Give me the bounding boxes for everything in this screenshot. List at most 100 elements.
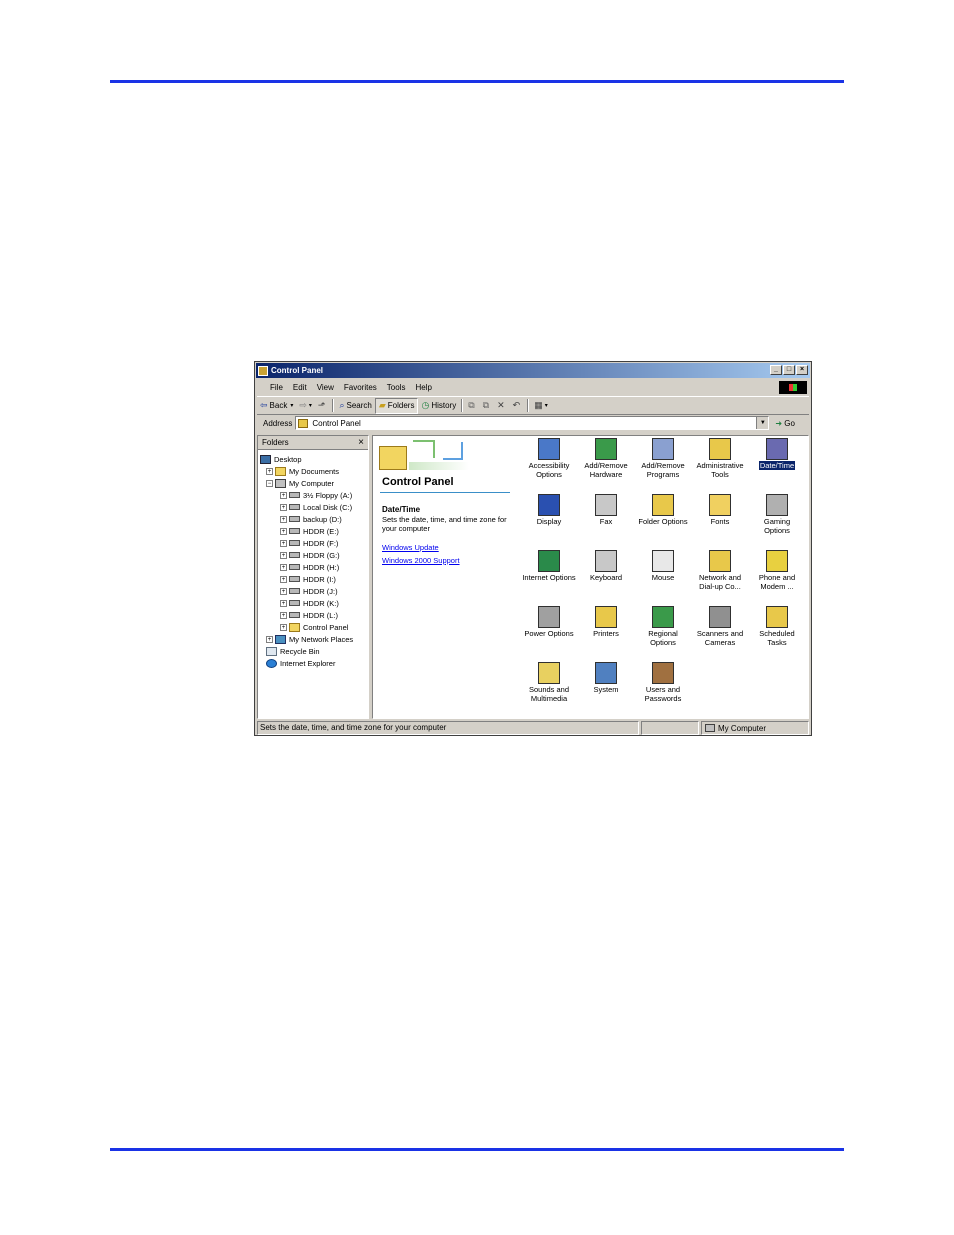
expand-icon[interactable]: +: [280, 575, 287, 583]
address-input[interactable]: Control Panel ▼: [295, 416, 770, 430]
tree-item-backup-d[interactable]: + backup (D:): [280, 513, 342, 525]
maximize-button[interactable]: □: [783, 365, 795, 375]
cp-item-phone-and-modem[interactable]: Phone and Modem ...: [749, 550, 805, 591]
cp-item-gaming-options[interactable]: Gaming Options: [749, 494, 805, 535]
cp-item-fonts[interactable]: Fonts: [692, 494, 748, 526]
views-button[interactable]: ▦ ▾: [531, 399, 551, 413]
cp-item-scheduled-tasks[interactable]: Scheduled Tasks: [749, 606, 805, 647]
tree-item-hddr-h[interactable]: + HDDR (H:): [280, 561, 339, 573]
cp-item-folder-options[interactable]: Folder Options: [635, 494, 691, 526]
close-button[interactable]: ×: [796, 365, 808, 375]
cp-item-date-time[interactable]: Date/Time: [749, 438, 805, 470]
tree-item-local-disk-c[interactable]: + Local Disk (C:): [280, 501, 352, 513]
tree-item-hddr-j[interactable]: + HDDR (J:): [280, 585, 338, 597]
folders-icon: ▰: [378, 400, 386, 410]
expand-icon[interactable]: +: [280, 587, 287, 595]
cp-item-administrative-tools[interactable]: Administrative Tools: [692, 438, 748, 479]
expand-icon[interactable]: +: [266, 467, 273, 475]
window-title: Control Panel: [271, 366, 324, 375]
tree-item-desktop[interactable]: Desktop: [260, 453, 302, 465]
cp-item-accessibility-options[interactable]: Accessibility Options: [521, 438, 577, 479]
top-rule: [110, 80, 844, 83]
tree-item-my-computer[interactable]: − My Computer: [266, 477, 334, 489]
menu-view[interactable]: View: [312, 383, 339, 392]
expand-icon[interactable]: +: [280, 527, 287, 535]
tree-item-my-documents[interactable]: + My Documents: [266, 465, 339, 477]
expand-icon[interactable]: +: [280, 551, 287, 559]
expand-icon[interactable]: +: [280, 623, 287, 631]
go-button[interactable]: ➜ Go: [775, 419, 795, 428]
cp-item-regional-options[interactable]: Regional Options: [635, 606, 691, 647]
minimize-button[interactable]: _: [770, 365, 782, 375]
folders-label: Folders: [387, 401, 415, 410]
copy-to-icon: ⧉: [482, 400, 490, 410]
cp-item-label: Power Options: [524, 629, 574, 638]
cp-item-scanners-and-cameras[interactable]: Scanners and Cameras: [692, 606, 748, 647]
tree-item-control-panel[interactable]: + Control Panel: [280, 621, 348, 633]
expand-icon[interactable]: +: [280, 491, 287, 499]
expand-icon[interactable]: +: [266, 635, 273, 643]
toolbar-separator: [332, 399, 335, 412]
cp-item-power-options[interactable]: Power Options: [521, 606, 577, 638]
cp-item-system[interactable]: System: [578, 662, 634, 694]
tree-item-hddr-i[interactable]: + HDDR (I:): [280, 573, 336, 585]
history-button[interactable]: ◷ History: [418, 399, 459, 413]
expand-icon[interactable]: +: [280, 611, 287, 619]
tree-item-hddr-e[interactable]: + HDDR (E:): [280, 525, 339, 537]
tree-item-internet-explorer[interactable]: Internet Explorer: [266, 657, 335, 669]
up-button[interactable]: ⬏: [315, 399, 331, 413]
tree-item-recycle-bin[interactable]: Recycle Bin: [266, 645, 320, 657]
menu-edit[interactable]: Edit: [288, 383, 312, 392]
copy-to-button[interactable]: ⧉: [480, 399, 494, 413]
tree-item-my-network-places[interactable]: + My Network Places: [266, 633, 353, 645]
expand-icon[interactable]: +: [280, 515, 287, 523]
cp-item-fax[interactable]: Fax: [578, 494, 634, 526]
cp-item-sounds-and-multimedia[interactable]: Sounds and Multimedia: [521, 662, 577, 703]
cp-item-display[interactable]: Display: [521, 494, 577, 526]
folders-button[interactable]: ▰ Folders: [374, 397, 419, 414]
windows-2000-support-link[interactable]: Windows 2000 Support: [382, 556, 460, 565]
menu-file[interactable]: File: [265, 383, 288, 392]
tree-item-label: HDDR (G:): [303, 550, 340, 560]
title-bar[interactable]: Control Panel _ □ ×: [256, 363, 810, 378]
undo-icon: ↶: [512, 400, 521, 410]
cp-item-label: Scheduled Tasks: [759, 629, 795, 647]
tree-item-label: HDDR (K:): [303, 598, 339, 608]
collapse-icon[interactable]: −: [266, 479, 273, 487]
tree-item-hddr-f[interactable]: + HDDR (F:): [280, 537, 338, 549]
address-dropdown-icon[interactable]: ▼: [756, 417, 769, 429]
back-button[interactable]: ⇦ Back ▾: [257, 399, 296, 413]
cp-item-add-remove-programs[interactable]: Add/Remove Programs: [635, 438, 691, 479]
tree-item-hddr-k[interactable]: + HDDR (K:): [280, 597, 339, 609]
cp-item-users-and-passwords[interactable]: Users and Passwords: [635, 662, 691, 703]
back-label: Back: [269, 401, 288, 410]
expand-icon[interactable]: +: [280, 599, 287, 607]
move-to-button[interactable]: ⧉: [465, 399, 479, 413]
fonts-icon: [709, 494, 731, 516]
tree-item-hddr-g[interactable]: + HDDR (G:): [280, 549, 340, 561]
expand-icon[interactable]: +: [280, 563, 287, 571]
cp-item-network-and-dial-up-co[interactable]: Network and Dial-up Co...: [692, 550, 748, 591]
expand-icon[interactable]: +: [280, 539, 287, 547]
menu-favorites[interactable]: Favorites: [339, 383, 382, 392]
folders-pane-close-icon[interactable]: ×: [358, 437, 364, 448]
tree-item-floppy-a[interactable]: +3½ Floppy (A:): [280, 489, 352, 501]
menu-tools[interactable]: Tools: [382, 383, 411, 392]
search-button[interactable]: ⌕ Search: [336, 399, 374, 413]
expand-icon[interactable]: +: [280, 503, 287, 511]
cp-item-internet-options[interactable]: Internet Options: [521, 550, 577, 582]
back-arrow-icon: ⇦: [260, 400, 268, 410]
cp-item-printers[interactable]: Printers: [578, 606, 634, 638]
cp-item-keyboard[interactable]: Keyboard: [578, 550, 634, 582]
tree-item-hddr-l[interactable]: + HDDR (L:): [280, 609, 338, 621]
display-icon: [538, 494, 560, 516]
delete-button[interactable]: ✕: [494, 399, 510, 413]
menu-help[interactable]: Help: [410, 383, 436, 392]
windows-update-link[interactable]: Windows Update: [382, 543, 439, 552]
cp-item-label: Printers: [593, 629, 619, 638]
toolbar-separator: [461, 399, 464, 412]
cp-item-mouse[interactable]: Mouse: [635, 550, 691, 582]
cp-item-add-remove-hardware[interactable]: Add/Remove Hardware: [578, 438, 634, 479]
forward-button[interactable]: ⇨ ▾: [296, 399, 315, 413]
undo-button[interactable]: ↶: [510, 399, 526, 413]
